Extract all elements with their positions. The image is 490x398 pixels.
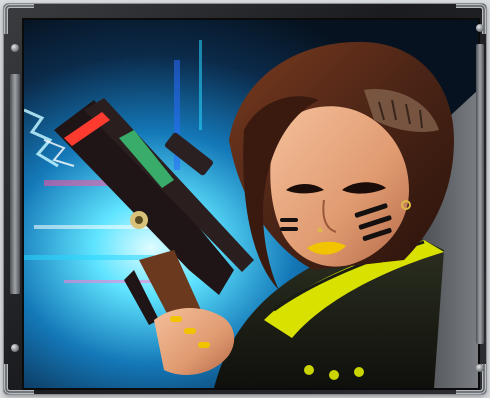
character-portrait	[22, 18, 480, 390]
corner-bracket-icon	[452, 4, 486, 38]
corner-bracket-icon	[4, 4, 38, 38]
rivet-icon	[476, 364, 484, 372]
card-frame[interactable]	[4, 4, 486, 394]
rivet-icon	[11, 344, 19, 352]
right-hinge	[476, 44, 484, 344]
rivet-icon	[476, 24, 484, 32]
corner-bracket-icon	[4, 360, 38, 394]
left-hinge	[10, 74, 20, 294]
rivet-icon	[11, 44, 19, 52]
